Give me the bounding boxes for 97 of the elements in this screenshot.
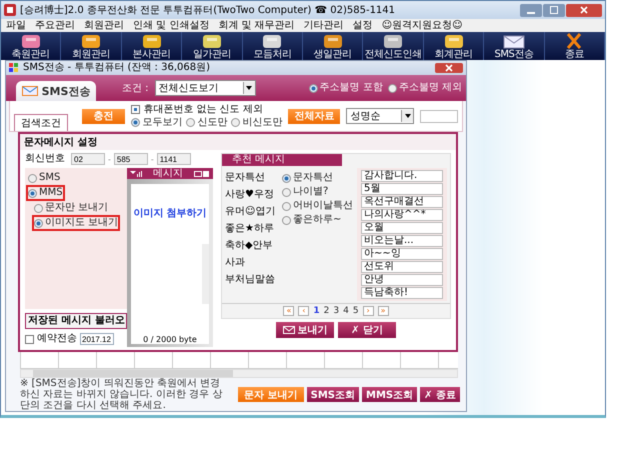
message-item[interactable]: 5월 bbox=[361, 183, 443, 195]
radio-option[interactable]: 비신도만 bbox=[231, 116, 282, 128]
page-link[interactable]: 5 bbox=[352, 306, 359, 316]
radio-option[interactable]: 모두보기 bbox=[131, 116, 182, 128]
battery-icon bbox=[194, 170, 210, 176]
vertical-scrollbar bbox=[202, 244, 209, 304]
category-item[interactable]: 축하◆안부 bbox=[225, 240, 279, 252]
radio-option[interactable]: 이미지도 보내기 bbox=[34, 217, 118, 229]
menu-item[interactable]: 회계 및 재무관리 bbox=[218, 20, 295, 32]
radio-option[interactable]: SMS bbox=[28, 172, 60, 184]
sort-dropdown[interactable]: 성명순 bbox=[346, 108, 414, 124]
radio-option[interactable]: 신도만 bbox=[186, 116, 228, 128]
maximize-button[interactable] bbox=[543, 4, 565, 16]
radio-option[interactable]: 문자만 보내기 bbox=[34, 202, 108, 214]
box-icon bbox=[20, 32, 42, 48]
box-icon bbox=[442, 32, 465, 48]
checkbox-option[interactable]: 휴대폰번호 없는 신도 제외 bbox=[131, 104, 282, 116]
dash-separator: - bbox=[150, 154, 154, 164]
maximize-icon bbox=[550, 6, 558, 14]
menu-item[interactable]: ☺원격지원요청☺ bbox=[382, 20, 463, 32]
panel-title: 문자메시지 설정 bbox=[20, 134, 456, 150]
message-item[interactable]: 득남축하! bbox=[361, 287, 443, 299]
dash-separator: - bbox=[108, 154, 111, 164]
box-icon bbox=[80, 32, 102, 48]
box-icon bbox=[322, 32, 344, 48]
message-item[interactable]: 선도위 bbox=[361, 261, 443, 273]
signal-icon bbox=[130, 170, 142, 176]
category-item[interactable]: 부처님말씀 bbox=[225, 274, 279, 286]
footer-button[interactable]: MMS조회 bbox=[362, 387, 418, 402]
byte-counter: 0 / 2000 byte bbox=[143, 335, 197, 344]
message-item[interactable]: 감사합니다. bbox=[361, 170, 443, 182]
envelope-icon bbox=[22, 86, 38, 96]
envelope-icon bbox=[282, 326, 294, 334]
message-item[interactable]: 오월 bbox=[361, 222, 443, 234]
radio-option[interactable]: 주소불명 제외 bbox=[388, 82, 462, 94]
menu-item[interactable]: 회원관리 bbox=[84, 20, 124, 32]
attach-image-link[interactable]: 이미지 첨부하기 bbox=[133, 208, 207, 220]
close-button[interactable] bbox=[566, 4, 602, 16]
page-link[interactable]: 3 bbox=[333, 306, 340, 316]
phone-title: 메시지 bbox=[153, 168, 183, 179]
footer-button[interactable]: SMS조회 bbox=[306, 387, 360, 402]
radio-option[interactable]: MMS bbox=[28, 187, 63, 199]
dropdown-arrow-icon bbox=[404, 114, 410, 118]
message-item[interactable]: 안녕 bbox=[361, 274, 443, 286]
message-item[interactable]: 비오는날... bbox=[361, 235, 443, 247]
box-icon bbox=[382, 32, 404, 48]
dropdown-arrow-icon bbox=[246, 86, 252, 90]
load-messages-button[interactable]: 저장된 메시지 불러오 bbox=[25, 313, 127, 329]
category-item[interactable]: 문자특선 bbox=[225, 172, 279, 184]
app-icon bbox=[9, 63, 19, 73]
panel-title: 추천 메시지 bbox=[222, 154, 342, 166]
minimize-button[interactable] bbox=[520, 4, 542, 16]
dialog-title: SMS전송 - 투투컴퓨터 (잔액 : 36,068원) bbox=[23, 62, 210, 74]
box-icon bbox=[261, 32, 284, 48]
page-link[interactable]: 4 bbox=[343, 306, 349, 316]
radio-option[interactable]: 좋은하루~ bbox=[282, 214, 354, 226]
send-button[interactable]: 보내기 bbox=[276, 322, 334, 338]
close-button[interactable] bbox=[435, 63, 463, 73]
message-item[interactable]: 나의사랑^^* bbox=[361, 209, 443, 221]
close-icon bbox=[580, 6, 588, 14]
app-logo-icon bbox=[4, 4, 16, 16]
page-link[interactable]: 2 bbox=[324, 306, 330, 316]
reply-number-field[interactable]: 1141 bbox=[156, 153, 191, 165]
message-item[interactable]: 아~~잉 bbox=[361, 248, 443, 260]
menu-item[interactable]: 인쇄 및 인쇄설정 bbox=[133, 20, 210, 32]
category-item[interactable]: 유머☺엽기 bbox=[225, 206, 279, 218]
radio-option[interactable]: 주소불명 포함 bbox=[308, 82, 383, 94]
notice-text: ※ [SMS전송]창이 띄워진동안 축원에서 변경하신 자료는 바뀌지 않습니다. 이러한 경우 상단의 조건을 다시 선택해 주세요. bbox=[20, 378, 224, 411]
reply-number-field[interactable]: 585 bbox=[114, 153, 148, 165]
box-icon bbox=[140, 32, 163, 48]
sms-tab[interactable]: SMS전송 bbox=[16, 81, 96, 101]
page-link[interactable]: 1 bbox=[313, 306, 320, 316]
search-field[interactable] bbox=[420, 110, 458, 122]
reply-number-field[interactable]: 02 bbox=[71, 153, 105, 165]
category-item[interactable]: 사랑♥우정 bbox=[225, 189, 279, 201]
date-field[interactable]: 2017.12 bbox=[80, 333, 114, 345]
message-item[interactable]: 옥선구매결선 bbox=[361, 196, 443, 208]
window-title: [승려博士]2.0 종무전산화 전문 투투컴퓨터(TwoTwo Computer) ☎ 02)585-1141 bbox=[20, 4, 396, 17]
radio-option[interactable]: 어버이날특선 bbox=[282, 200, 354, 212]
menu-item[interactable]: 파일 bbox=[6, 20, 26, 32]
menu-item[interactable]: 설정 bbox=[352, 20, 373, 32]
reply-number-label: 회신번호 bbox=[25, 153, 65, 165]
category-item[interactable]: 좋은★하루 bbox=[225, 223, 279, 235]
radio-option[interactable]: 나이별? bbox=[282, 186, 354, 198]
category-item[interactable]: 사과 bbox=[225, 257, 279, 269]
condition-dropdown[interactable]: 전체신도보기 bbox=[154, 80, 256, 96]
close-dialog-button[interactable]: ✗ 닫기 bbox=[338, 322, 396, 338]
box-icon bbox=[200, 32, 223, 48]
footer-button[interactable]: ✗ 종료 bbox=[420, 387, 460, 402]
radio-option[interactable]: 문자특선 bbox=[282, 172, 354, 184]
checkbox-option[interactable]: 예약전송 bbox=[25, 333, 77, 345]
condition-label: 조건 : bbox=[122, 82, 149, 95]
envelope-icon bbox=[502, 32, 525, 48]
search-tab[interactable]: 검색조건 bbox=[14, 114, 68, 131]
menu-item[interactable]: 주요관리 bbox=[35, 20, 75, 32]
close-icon bbox=[445, 64, 453, 72]
menu-item[interactable]: 기타관리 bbox=[304, 20, 344, 32]
